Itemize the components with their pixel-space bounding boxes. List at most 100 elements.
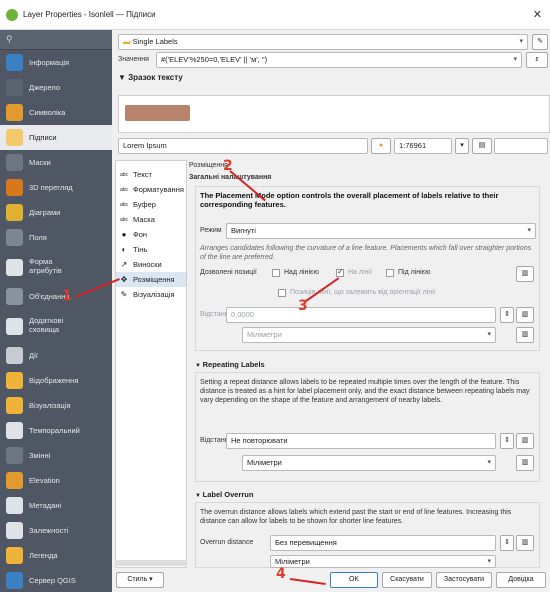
mode-label: Режим	[200, 227, 222, 234]
preview-bg-combo[interactable]	[494, 138, 548, 154]
sidebar-item-rendering[interactable]: Візуалізація	[0, 393, 112, 418]
repeat-units-combo[interactable]: Міліметри ▾	[242, 455, 496, 471]
3d-view-icon	[6, 179, 23, 196]
overrun-override-button[interactable]: ▥	[516, 535, 534, 551]
distance-spin-button[interactable]: ⇕	[500, 307, 514, 323]
sidebar-item-3d-view[interactable]: 3D перегляд	[0, 175, 112, 200]
apply-button[interactable]: Застосувати	[436, 572, 492, 588]
dependencies-icon	[6, 522, 23, 539]
label-mode-combo[interactable]: ▬ Single Labels ▾	[118, 34, 528, 50]
symbology-icon	[6, 104, 23, 121]
reset-preview-button[interactable]: ●	[371, 138, 391, 154]
distance-override-button[interactable]: ▥	[516, 307, 534, 323]
tree-item-label: Виноски	[133, 260, 162, 269]
orientation-checkbox[interactable]	[278, 289, 286, 297]
background-icon: ●	[121, 230, 127, 239]
info-icon	[6, 54, 23, 71]
repeating-labels-title[interactable]: Repeating Labels	[195, 360, 265, 369]
value-expression-field[interactable]: #('ELEV'%250=0,'ELEV' || 'м', '') ▾	[156, 52, 522, 68]
distance-label: Відстань	[200, 311, 229, 318]
rendering-icon	[6, 397, 23, 414]
sidebar-item-legend[interactable]: Легенда	[0, 543, 112, 568]
background-color-button[interactable]: ▤	[472, 138, 492, 154]
overrun-spin-button[interactable]: ⇕	[500, 535, 514, 551]
sidebar-item-label: Змінні	[29, 451, 51, 460]
server-icon	[6, 572, 23, 589]
sidebar-item-fields[interactable]: Поля	[0, 225, 112, 250]
style-menu-button[interactable]: Стиль ▾	[116, 572, 164, 588]
chevron-down-icon: ▾	[487, 331, 491, 338]
style-manager-button[interactable]: ✎	[532, 34, 548, 50]
placement-mode-combo[interactable]: Вигнуті ▾	[226, 223, 536, 239]
scale-combo[interactable]: 1:76961	[394, 138, 452, 154]
repeat-spin-button[interactable]: ⇕	[500, 433, 514, 449]
overrun-desc: The overrun distance allows labels which…	[200, 509, 512, 525]
overrun-units-combo[interactable]: Міліметри ▾	[270, 555, 496, 568]
sidebar-item-label: Легенда	[29, 551, 58, 560]
sample-text-input[interactable]: Lorem Ipsum	[118, 138, 368, 154]
sidebar-item-dependencies[interactable]: Залежності	[0, 518, 112, 543]
tree-item-mask[interactable]: abc Маска	[116, 212, 186, 227]
sidebar-item-labels[interactable]: Підписи	[0, 125, 112, 150]
qgis-logo-icon	[6, 8, 18, 21]
sidebar-item-metadata[interactable]: Метадані	[0, 493, 112, 518]
repeat-desc: Setting a repeat distance allows labels …	[200, 379, 530, 404]
value-label: Значення	[118, 56, 149, 63]
placement-pane: Розміщення Загальні налаштування The Pla…	[187, 160, 550, 568]
sidebar-item-storage[interactable]: Додаткові сховища	[0, 309, 112, 343]
sidebar-item-server[interactable]: Сервер QGIS	[0, 568, 112, 592]
repeat-override-button[interactable]: ▥	[516, 433, 534, 449]
sidebar-item-mask[interactable]: Маски	[0, 150, 112, 175]
below-line-checkbox[interactable]	[386, 269, 394, 277]
scale-dropdown-button[interactable]: ▾	[455, 138, 469, 154]
sidebar-item-display[interactable]: Відображення	[0, 368, 112, 393]
tree-item-text[interactable]: abc Текст	[116, 167, 186, 182]
text-sample-preview	[118, 95, 550, 133]
tree-item-shadow[interactable]: ◐ Тінь	[116, 242, 186, 257]
sidebar-item-variables[interactable]: Змінні	[0, 443, 112, 468]
sidebar-item-symbology[interactable]: Символіка	[0, 100, 112, 125]
repeat-units-override-button[interactable]: ▥	[516, 455, 534, 471]
chevron-down-icon: ▾	[487, 459, 491, 466]
window-title: Layer Properties - Isonlell — Підписи	[23, 10, 156, 19]
above-line-checkbox[interactable]	[272, 269, 280, 277]
sidebar-item-elevation[interactable]: Elevation	[0, 468, 112, 493]
on-line-checkbox[interactable]	[336, 267, 344, 277]
expression-button[interactable]: ε	[526, 52, 548, 68]
tree-scrollbar[interactable]	[115, 560, 187, 566]
tree-item-background[interactable]: ● Фон	[116, 227, 186, 242]
ok-button[interactable]: OK	[330, 572, 378, 588]
repeat-distance-input[interactable]: Не повторювати	[226, 433, 496, 449]
sidebar-item-form[interactable]: Форма атрибутів	[0, 250, 112, 284]
units-override-button[interactable]: ▥	[516, 327, 534, 343]
sample-section-title: ▼ Зразок тексту	[118, 73, 183, 82]
distance-input[interactable]: 0,0000	[226, 307, 496, 323]
placement-icon: ✥	[120, 275, 128, 284]
display-icon	[6, 372, 23, 389]
general-settings-title: Загальні налаштування	[189, 174, 272, 181]
tree-item-rendering[interactable]: ✎ Візуалізація	[116, 287, 186, 302]
sidebar-search[interactable]: ⚲	[0, 30, 112, 50]
data-defined-override-button[interactable]: ▥	[516, 266, 534, 282]
tree-item-formatting[interactable]: abc Форматування	[116, 182, 186, 197]
sidebar-item-diagram[interactable]: Діаграми	[0, 200, 112, 225]
tree-item-placement[interactable]: ✥ Розміщення	[116, 272, 186, 287]
help-button[interactable]: Довідка	[496, 572, 546, 588]
source-icon	[6, 79, 23, 96]
tree-item-buffer[interactable]: abc Буфер	[116, 197, 186, 212]
overrun-distance-input[interactable]: Без перевищення	[270, 535, 496, 551]
sidebar-item-source[interactable]: Джерело	[0, 75, 112, 100]
tree-item-label: Форматування	[133, 185, 184, 194]
elevation-icon	[6, 472, 23, 489]
sidebar-item-temporal[interactable]: Темпоральний	[0, 418, 112, 443]
mask-icon: abc	[119, 216, 129, 223]
close-icon[interactable]: ✕	[533, 8, 542, 21]
tree-item-callouts[interactable]: ↗ Виноски	[116, 257, 186, 272]
sidebar-item-label: Підписи	[29, 133, 57, 142]
label-overrun-title[interactable]: Label Overrun	[195, 490, 254, 499]
sidebar-item-actions[interactable]: Дії	[0, 343, 112, 368]
actions-icon	[6, 347, 23, 364]
cancel-button[interactable]: Скасувати	[382, 572, 432, 588]
distance-units-combo[interactable]: Міліметри ▾	[242, 327, 496, 343]
sidebar-item-info[interactable]: Інформація	[0, 50, 112, 75]
